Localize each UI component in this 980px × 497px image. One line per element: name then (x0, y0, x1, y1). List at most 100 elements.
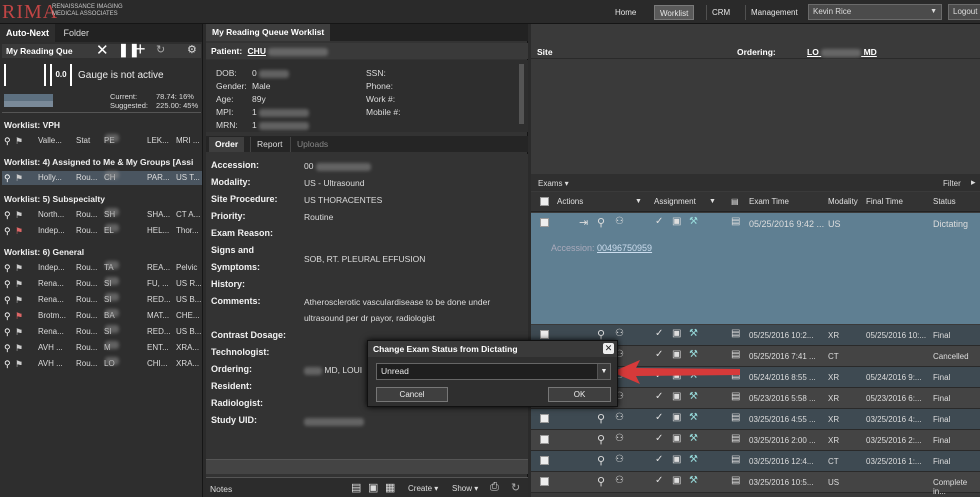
assign-icon[interactable]: ⚒ (689, 475, 698, 486)
assign-icon[interactable]: ⚒ (689, 412, 698, 423)
flag-icon[interactable]: ⚑ (15, 357, 23, 371)
filter-button[interactable]: Filter (943, 179, 961, 188)
nav-worklist[interactable]: Worklist (654, 5, 695, 20)
tab-report[interactable]: Report (250, 137, 289, 152)
exam-row[interactable]: ⚲ ⚇ ✓ ▣ ⚒ ▤ 03/25/2016 10:5... US Complete in... (531, 472, 980, 496)
document-icon[interactable]: ▤ (731, 433, 740, 444)
document-icon[interactable]: ▤ (731, 454, 740, 465)
tab-folder[interactable]: Folder (58, 24, 96, 42)
check-icon[interactable]: ✓ (655, 454, 663, 465)
flag-icon[interactable]: ⚑ (15, 171, 23, 185)
lock-icon[interactable]: ▣ (672, 433, 681, 444)
tab-order[interactable]: Order (209, 137, 245, 152)
row-checkbox[interactable] (540, 330, 549, 339)
row-checkbox[interactable] (540, 435, 549, 444)
col-exam-time[interactable]: Exam Time (749, 194, 789, 210)
exams-menu[interactable]: Exams ▾ (538, 179, 569, 188)
worklist-header[interactable]: Worklist: 4) Assigned to Me & My Groups … (2, 156, 202, 168)
col-modality[interactable]: Modality (828, 194, 858, 210)
worklist-row[interactable]: ⚲⚑AVH ...Rou...MENT...XRA... (2, 341, 202, 355)
user-search-icon[interactable]: ⚇ (615, 475, 624, 486)
tab-auto-next[interactable]: Auto-Next (0, 24, 55, 42)
lock-icon[interactable]: ▣ (672, 475, 681, 486)
chevron-down-icon[interactable]: ▼ (635, 194, 642, 210)
comment-icon[interactable]: ▤ (351, 481, 361, 494)
selected-exam-row[interactable]: ⇥ ⚲ ⚇ ✓ ▣ ⚒ ▤ 05/25/2016 9:42 ... US Dic… (531, 213, 980, 324)
user-search-icon[interactable]: ⚇ (615, 216, 624, 227)
lock-icon[interactable]: ▣ (672, 328, 681, 339)
row-checkbox[interactable] (540, 218, 549, 227)
lock-icon[interactable]: ▣ (672, 412, 681, 423)
document-icon[interactable]: ▤ (731, 328, 740, 339)
document-icon[interactable]: ▤ (731, 475, 740, 486)
worklist-header[interactable]: Worklist: VPH (2, 119, 202, 131)
search-icon[interactable]: ⚲ (597, 475, 605, 488)
check-icon[interactable]: ✓ (655, 433, 663, 444)
add-icon[interactable]: + (135, 39, 146, 60)
assign-icon[interactable]: ⚒ (689, 216, 698, 227)
flag-icon[interactable]: ⚑ (15, 277, 23, 291)
exam-row[interactable]: ⚲ ⚇ ✓ ▣ ⚒ ▤ 03/25/2016 12:4... CT 03/25/2016 1:.… (531, 451, 980, 472)
refresh-icon[interactable]: ↻ (511, 481, 520, 494)
user-search-icon[interactable]: ⚇ (615, 454, 624, 465)
document-icon[interactable]: ▤ (731, 216, 740, 227)
worklist-header[interactable]: Worklist: 6) General (2, 246, 202, 258)
flag-icon[interactable]: ⚑ (15, 325, 23, 339)
horizontal-scrollbar[interactable] (206, 459, 528, 474)
flag-icon[interactable]: ⚑ (15, 293, 23, 307)
lock-icon[interactable]: ▣ (672, 454, 681, 465)
user-search-icon[interactable]: ⚇ (615, 412, 624, 423)
search-icon[interactable]: ⚲ (597, 433, 605, 446)
chevron-down-icon[interactable]: ▼ (597, 364, 610, 379)
worklist-row[interactable]: ⚲⚑Holly...Rou...CHPAR...US T... (2, 171, 202, 185)
worklist-row[interactable]: ⚲⚑North...Rou...SHSHA...CT A... (2, 208, 202, 222)
document-icon[interactable]: ▤ (731, 391, 740, 402)
worklist-row[interactable]: ⚲⚑Brotm...Rou...BAMAT...CHE... (2, 309, 202, 323)
refresh-icon[interactable]: ↻ (156, 43, 165, 56)
chat-icon[interactable]: ▣ (368, 481, 378, 494)
tab-uploads[interactable]: Uploads (290, 137, 334, 152)
logout-button[interactable]: Logout (948, 4, 980, 20)
lock-icon[interactable]: ▣ (672, 216, 681, 227)
show-menu[interactable]: Show ▾ (452, 484, 478, 493)
check-icon[interactable]: ✓ (655, 216, 663, 227)
patient-name-link[interactable]: CHU (248, 46, 266, 56)
search-icon[interactable]: ⚲ (597, 454, 605, 467)
check-icon[interactable]: ✓ (655, 391, 663, 402)
gear-icon[interactable]: ⚙ (187, 43, 197, 56)
row-checkbox[interactable] (540, 477, 549, 486)
ordering-physician-link[interactable]: LO MD (807, 47, 877, 57)
check-icon[interactable]: ✓ (655, 475, 663, 486)
flag-icon[interactable]: ⚑ (15, 208, 23, 222)
search-icon[interactable]: ⚲ (597, 412, 605, 425)
create-menu[interactable]: Create ▾ (408, 484, 438, 493)
flag-icon[interactable]: ⚑ (15, 224, 23, 238)
assign-icon[interactable]: ⚒ (689, 328, 698, 339)
ok-button[interactable]: OK (548, 387, 611, 402)
exam-row[interactable]: ⚲ ⚇ ✓ ▣ ⚒ ▤ 03/25/2016 2:00 ... XR 03/25/2016 2:… (531, 430, 980, 451)
assign-icon[interactable]: ⚒ (689, 391, 698, 402)
worklist-row[interactable]: ⚲⚑AVH ...Rou...LOCHI...XRA... (2, 357, 202, 371)
worklist-row[interactable]: ⚲⚑Rena...Rou...SIFU, ...US R... (2, 277, 202, 291)
nav-home[interactable]: Home (610, 5, 641, 20)
select-all-checkbox[interactable] (540, 197, 549, 206)
document-icon[interactable]: ▦ (385, 481, 395, 494)
nav-crm[interactable]: CRM (706, 5, 735, 20)
document-icon[interactable]: ▤ (731, 412, 740, 423)
worklist-row[interactable]: ⚲⚑Rena...Rou...SIRED...US B... (2, 293, 202, 307)
nav-management[interactable]: Management (745, 5, 803, 20)
check-icon[interactable]: ✓ (655, 412, 663, 423)
row-checkbox[interactable] (540, 414, 549, 423)
exam-row[interactable]: ⚲ ⚇ ✓ ▣ ⚒ ▤ 03/25/2016 4:55 ... XR 03/25/2016 4:… (531, 409, 980, 430)
col-actions[interactable]: Actions (557, 194, 583, 210)
demographics-scrollbar[interactable] (519, 64, 524, 124)
worklist-row[interactable]: ⚲⚑Indep...Rou...ELHEL...Thor... (2, 224, 202, 238)
col-final-time[interactable]: Final Time (866, 194, 903, 210)
flag-icon[interactable]: ⚑ (15, 309, 23, 323)
close-icon[interactable]: ✕ (603, 343, 614, 354)
lock-icon[interactable]: ▣ (672, 391, 681, 402)
worklist-row[interactable]: ⚲⚑Indep...Rou...TAREA...Pelvic (2, 261, 202, 275)
assign-icon[interactable]: ⚒ (689, 454, 698, 465)
worklist-row[interactable]: ⚲⚑Rena...Rou...SIRED...US B... (2, 325, 202, 339)
user-search-icon[interactable]: ⚇ (615, 328, 624, 339)
